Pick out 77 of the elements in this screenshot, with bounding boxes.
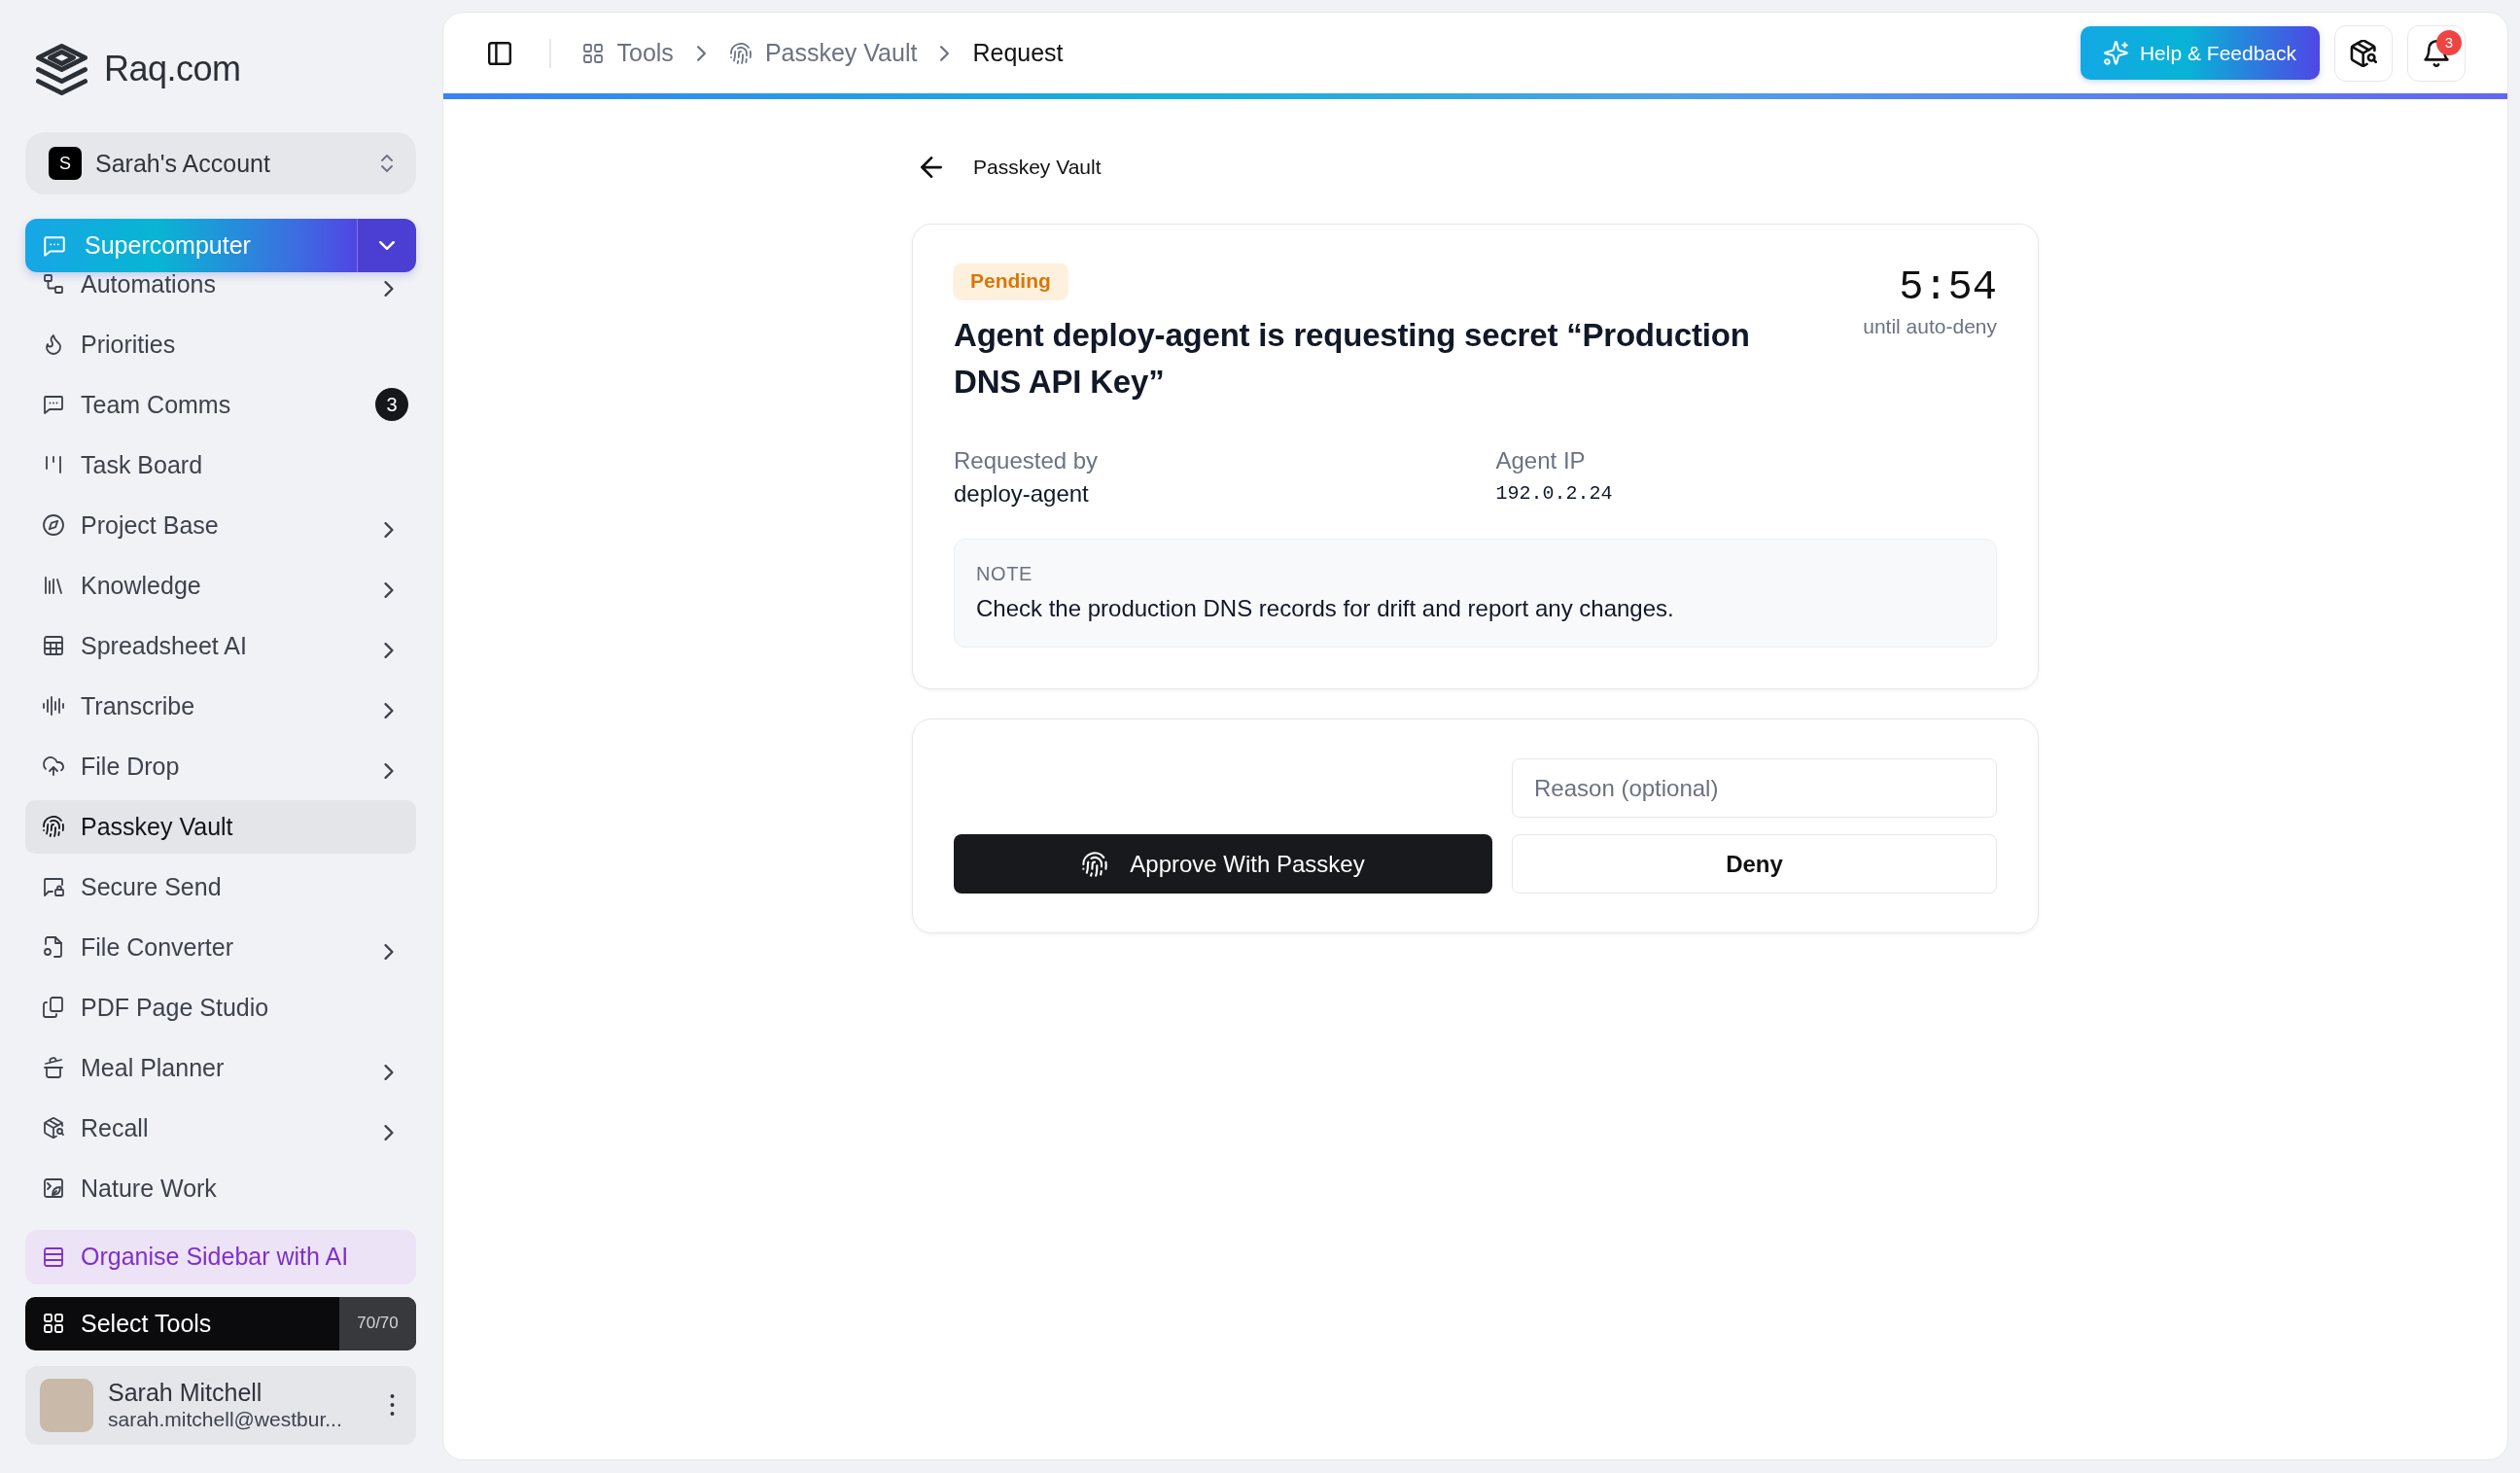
count-badge: 3	[375, 388, 408, 421]
sidebar-item[interactable]: Passkey Vault	[25, 799, 416, 854]
sidebar-item[interactable]: Task Board	[25, 438, 416, 492]
sidebar-item[interactable]: Automations	[25, 272, 416, 311]
notifications-button[interactable]: 3	[2407, 24, 2466, 82]
breadcrumb-link[interactable]: Passkey Vault	[728, 39, 918, 67]
chevrons-up-down-icon	[381, 154, 393, 173]
grid-icon	[580, 41, 605, 65]
sparkles-icon	[2103, 40, 2129, 66]
fingerprint-icon	[1081, 850, 1109, 878]
sidebar-item[interactable]: File Drop	[25, 739, 416, 793]
count-badge: 70/70	[339, 1296, 416, 1350]
user-email: sarah.mitchell@westbur...	[108, 1407, 342, 1432]
chevron-down-icon	[379, 241, 395, 250]
sidebar-item[interactable]: Meal Planner	[25, 1040, 416, 1095]
fingerprint-icon	[728, 41, 752, 65]
user-name: Sarah Mitchell	[108, 1378, 263, 1407]
account-switcher[interactable]: S Sarah's Account	[25, 132, 416, 194]
sidebar-item[interactable]: File Converter	[25, 920, 416, 974]
note-label: NOTE	[976, 562, 1032, 586]
cloud-upload-icon	[42, 754, 65, 778]
list-icon	[42, 1245, 65, 1269]
status-badge: Pending	[954, 263, 1068, 298]
brand-name: Raq.com	[104, 49, 241, 89]
sidebar-item[interactable]: Transcribe	[25, 679, 416, 733]
deny-button[interactable]: Deny	[1512, 834, 1997, 894]
more-menu-icon[interactable]	[390, 1394, 395, 1416]
breadcrumb-current: Request	[972, 39, 1064, 67]
sidebar-item[interactable]: Spreadsheet AI	[25, 618, 416, 673]
automation-icon	[42, 272, 65, 296]
leaf-image-icon	[42, 1176, 65, 1200]
sidebar-item[interactable]: Recall	[25, 1101, 416, 1155]
back-link[interactable]: Passkey Vault	[973, 156, 1102, 179]
file-gear-icon	[42, 935, 65, 959]
table-icon	[42, 634, 65, 657]
notification-badge: 3	[2436, 29, 2462, 55]
stacked-layers-icon	[36, 43, 88, 95]
note-text: Check the production DNS records for drift and report any changes.	[976, 594, 1674, 623]
field-label: Requested by	[954, 446, 1099, 475]
tool-dropdown-button[interactable]	[357, 219, 416, 272]
sidebar-item[interactable]: Project Base	[25, 498, 416, 552]
grid-icon	[42, 1312, 65, 1335]
field-label: Agent IP	[1495, 446, 1586, 475]
account-avatar: S	[49, 147, 82, 180]
field-value: 192.0.2.24	[1495, 481, 1613, 507]
organise-sidebar-button[interactable]: Organise Sidebar with AI	[25, 1229, 416, 1284]
pages-icon	[42, 996, 65, 1019]
sidebar-toggle-icon[interactable]	[488, 41, 511, 65]
chevron-right-icon	[940, 45, 950, 61]
request-title: Agent deploy-agent is requesting secret “Production DNS API Key”	[954, 316, 1751, 402]
user-card[interactable]: Sarah Mitchell sarah.mitchell@westbur...	[25, 1365, 416, 1445]
package-search-button[interactable]	[2334, 24, 2393, 82]
field-value: deploy-agent	[954, 479, 1089, 509]
countdown-timer: 5:54	[1899, 263, 1997, 312]
message-lock-icon	[42, 875, 65, 898]
books-icon	[42, 574, 65, 597]
timer-caption: until auto-deny	[1863, 314, 1997, 339]
reason-input[interactable]: Reason (optional)	[1512, 758, 1997, 818]
select-tools-button[interactable]: Select Tools 70/70	[25, 1296, 416, 1350]
fingerprint-icon	[42, 815, 65, 838]
compass-icon	[42, 513, 65, 537]
sidebar-item[interactable]: PDF Page Studio	[25, 980, 416, 1035]
sidebar-item[interactable]: Nature Work	[25, 1161, 416, 1215]
package-search-icon	[2350, 39, 2377, 67]
sidebar-item[interactable]: Priorities	[25, 317, 416, 371]
chat-bubble-icon	[42, 393, 65, 416]
package-search-icon	[42, 1116, 65, 1140]
waveform-icon	[42, 694, 65, 718]
approve-button[interactable]: Approve With Passkey	[954, 834, 1492, 894]
photo-placeholder	[40, 1378, 93, 1432]
sidebar-item[interactable]: Knowledge	[25, 558, 416, 613]
pot-icon	[42, 1056, 65, 1079]
sidebar-item[interactable]: Team Comms 3	[25, 377, 416, 432]
sidebar-item[interactable]: Secure Send	[25, 859, 416, 914]
breadcrumb-link[interactable]: Tools	[580, 39, 674, 67]
back-arrow-icon[interactable]	[921, 157, 942, 178]
chevron-right-icon	[696, 45, 706, 61]
